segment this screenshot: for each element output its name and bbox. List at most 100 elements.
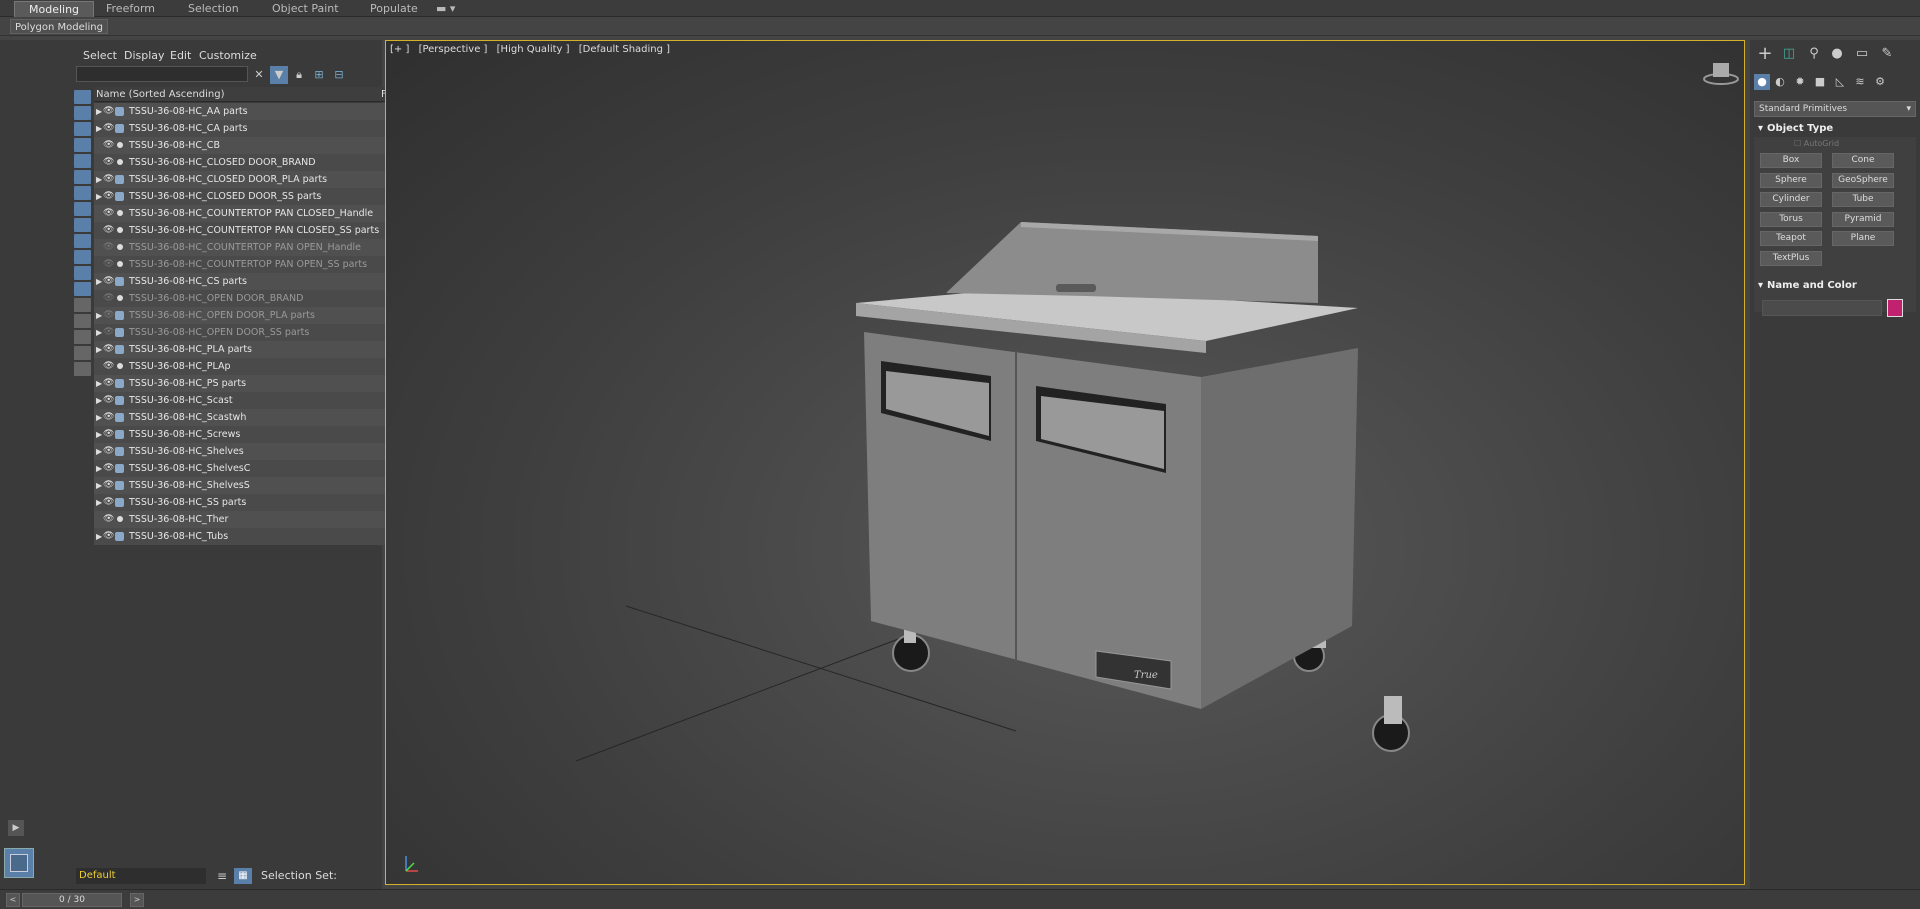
tab-populate[interactable]: Populate [356,1,432,17]
pyramid-button[interactable]: Pyramid [1832,212,1894,227]
torus-button[interactable]: Torus [1760,212,1822,227]
time-slider[interactable]: 0 / 30 [22,893,122,907]
table-row[interactable]: 👁︎ TSSU-36-08-HC_COUNTERTOP PAN OPEN_Hand… [94,239,396,256]
filter-toggle-icon[interactable] [74,266,91,280]
tab-modeling[interactable]: Modeling [14,1,95,17]
modify-tab-icon[interactable]: ◫ [1780,46,1798,62]
visibility-eye-icon[interactable]: 👁︎ [103,443,114,460]
table-row[interactable]: ▶ 👁︎ TSSU-36-08-HC_ShelvesC [94,460,396,477]
name-and-color-rollout-header[interactable]: ▾ Name and Color [1754,278,1916,294]
table-row[interactable]: ▶ 👁︎ TSSU-36-08-HC_CA parts [94,120,396,137]
column-header[interactable]: Name (Sorted Ascending) Fro [94,87,396,102]
table-row[interactable]: ▶ 👁︎ TSSU-36-08-HC_AA parts [94,103,396,120]
cameras-category-icon[interactable]: ■ [1812,74,1828,90]
table-row[interactable]: 👁︎ TSSU-36-08-HC_PLAp [94,358,396,375]
expand-arrow-icon[interactable]: ▶ [96,341,102,358]
expand-arrow-icon[interactable]: ▶ [96,460,102,477]
cylinder-button[interactable]: Cylinder [1760,192,1822,207]
motion-tab-icon[interactable]: ● [1828,46,1846,62]
next-frame-icon[interactable]: > [130,893,144,907]
table-row[interactable]: ▶ 👁︎ TSSU-36-08-HC_CLOSED DOOR_PLA parts [94,171,396,188]
visibility-eye-icon[interactable]: 👁︎ [103,375,114,392]
expand-arrow-icon[interactable]: ▶ [96,443,102,460]
expand-arrow-icon[interactable]: ▶ [96,494,102,511]
filter-toggle-icon[interactable] [74,170,91,184]
textplus-button[interactable]: TextPlus [1760,251,1822,266]
filter-toggle-icon[interactable] [74,138,91,152]
visibility-eye-icon[interactable]: 👁︎ [103,154,114,171]
visibility-eye-icon[interactable]: 👁︎ [103,239,114,256]
plane-button[interactable]: Plane [1832,231,1894,246]
visibility-eye-icon[interactable]: 👁︎ [103,273,114,290]
explorer-search-input[interactable] [76,66,248,82]
visibility-eye-icon[interactable]: 👁︎ [103,392,114,409]
filter-toggle-icon[interactable] [74,346,91,360]
shapes-category-icon[interactable]: ◐ [1772,74,1788,90]
expand-arrow-icon[interactable]: ▶ [96,426,102,443]
lights-category-icon[interactable]: ✹ [1792,74,1808,90]
perspective-viewport[interactable]: [+ ] [Perspective ] [High Quality ] [Def… [385,40,1745,885]
visibility-eye-icon[interactable]: 👁︎ [103,358,114,375]
layers-icon[interactable]: ≡ [214,868,230,884]
filter-toggle-icon[interactable] [74,330,91,344]
table-row[interactable]: ▶ 👁︎ TSSU-36-08-HC_Tubs [94,528,396,545]
viewcube-icon[interactable] [1701,59,1741,89]
polygon-modeling-label[interactable]: Polygon Modeling [10,19,108,34]
filter-toggle-icon[interactable] [74,298,91,312]
table-row[interactable]: ▶ 👁︎ TSSU-36-08-HC_OPEN DOOR_SS parts [94,324,396,341]
current-layer-field[interactable]: Default [76,868,206,884]
visibility-eye-icon[interactable]: 👁︎ [103,120,114,137]
primitive-type-dropdown[interactable]: Standard Primitives ▾ [1754,101,1916,117]
hierarchy-tab-icon[interactable]: ⚲ [1805,46,1823,62]
expand-arrow-icon[interactable]: ▶ [96,528,102,545]
object-color-swatch[interactable] [1887,299,1903,317]
helpers-category-icon[interactable]: ◺ [1832,74,1848,90]
table-row[interactable]: ▶ 👁︎ TSSU-36-08-HC_CLOSED DOOR_SS parts [94,188,396,205]
table-row[interactable]: 👁︎ TSSU-36-08-HC_COUNTERTOP PAN OPEN_SS p… [94,256,396,273]
visibility-eye-icon[interactable]: 👁︎ [103,426,114,443]
cone-button[interactable]: Cone [1832,153,1894,168]
table-row[interactable]: 👁︎ TSSU-36-08-HC_Ther [94,511,396,528]
ribbon-options-icon[interactable]: ▬ ▾ [430,1,461,17]
geosphere-button[interactable]: GeoSphere [1832,173,1894,188]
table-row[interactable]: 👁︎ TSSU-36-08-HC_COUNTERTOP PAN CLOSED_Ha… [94,205,396,222]
table-row[interactable]: ▶ 👁︎ TSSU-36-08-HC_Screws [94,426,396,443]
visibility-eye-icon[interactable]: 👁︎ [103,528,114,545]
object-type-rollout-header[interactable]: ▾ Object Type [1754,121,1916,137]
table-row[interactable]: ▶ 👁︎ TSSU-36-08-HC_OPEN DOOR_PLA parts [94,307,396,324]
filter-toggle-icon[interactable] [74,106,91,120]
table-row[interactable]: ▶ 👁︎ TSSU-36-08-HC_SS parts [94,494,396,511]
previous-frame-icon[interactable]: < [6,893,20,907]
expand-arrow-icon[interactable]: ▶ [96,188,102,205]
filter-toggle-icon[interactable] [74,122,91,136]
filter-toggle-icon[interactable] [74,314,91,328]
visibility-eye-icon[interactable]: 👁︎ [103,222,114,239]
visibility-eye-icon[interactable]: 👁︎ [103,137,114,154]
menu-select[interactable]: Select [83,49,117,62]
expand-arrow-icon[interactable]: ▶ [96,307,102,324]
tab-freeform[interactable]: Freeform [92,1,169,17]
expand-arrow-icon[interactable]: ▶ [96,375,102,392]
visibility-eye-icon[interactable]: 👁︎ [103,511,114,528]
table-row[interactable]: 👁︎ TSSU-36-08-HC_CB [94,137,396,154]
lock-icon[interactable]: 🔒︎ [290,66,308,84]
visibility-eye-icon[interactable]: 👁︎ [103,290,114,307]
expand-arrow-icon[interactable]: ▶ [96,392,102,409]
sphere-button[interactable]: Sphere [1760,173,1822,188]
hierarchy-icon[interactable]: ⊞ [310,66,328,84]
sort-by-layer-icon[interactable]: ▦ [234,868,252,884]
visibility-eye-icon[interactable]: 👁︎ [103,460,114,477]
expand-arrow-icon[interactable]: ▶ [96,120,102,137]
play-arrow-icon[interactable]: ▶ [8,820,24,836]
selection-set-label[interactable]: Selection Set: [261,868,337,884]
filter-toggle-icon[interactable] [74,154,91,168]
expand-arrow-icon[interactable]: ▶ [96,324,102,341]
menu-customize[interactable]: Customize [199,49,257,62]
table-row[interactable]: 👁︎ TSSU-36-08-HC_OPEN DOOR_BRAND [94,290,396,307]
tab-object-paint[interactable]: Object Paint [258,1,353,17]
table-row[interactable]: ▶ 👁︎ TSSU-36-08-HC_ShelvesS [94,477,396,494]
menu-edit[interactable]: Edit [170,49,191,62]
visibility-eye-icon[interactable]: 👁︎ [103,103,114,120]
visibility-eye-icon[interactable]: 👁︎ [103,307,114,324]
table-row[interactable]: ▶ 👁︎ TSSU-36-08-HC_Shelves [94,443,396,460]
